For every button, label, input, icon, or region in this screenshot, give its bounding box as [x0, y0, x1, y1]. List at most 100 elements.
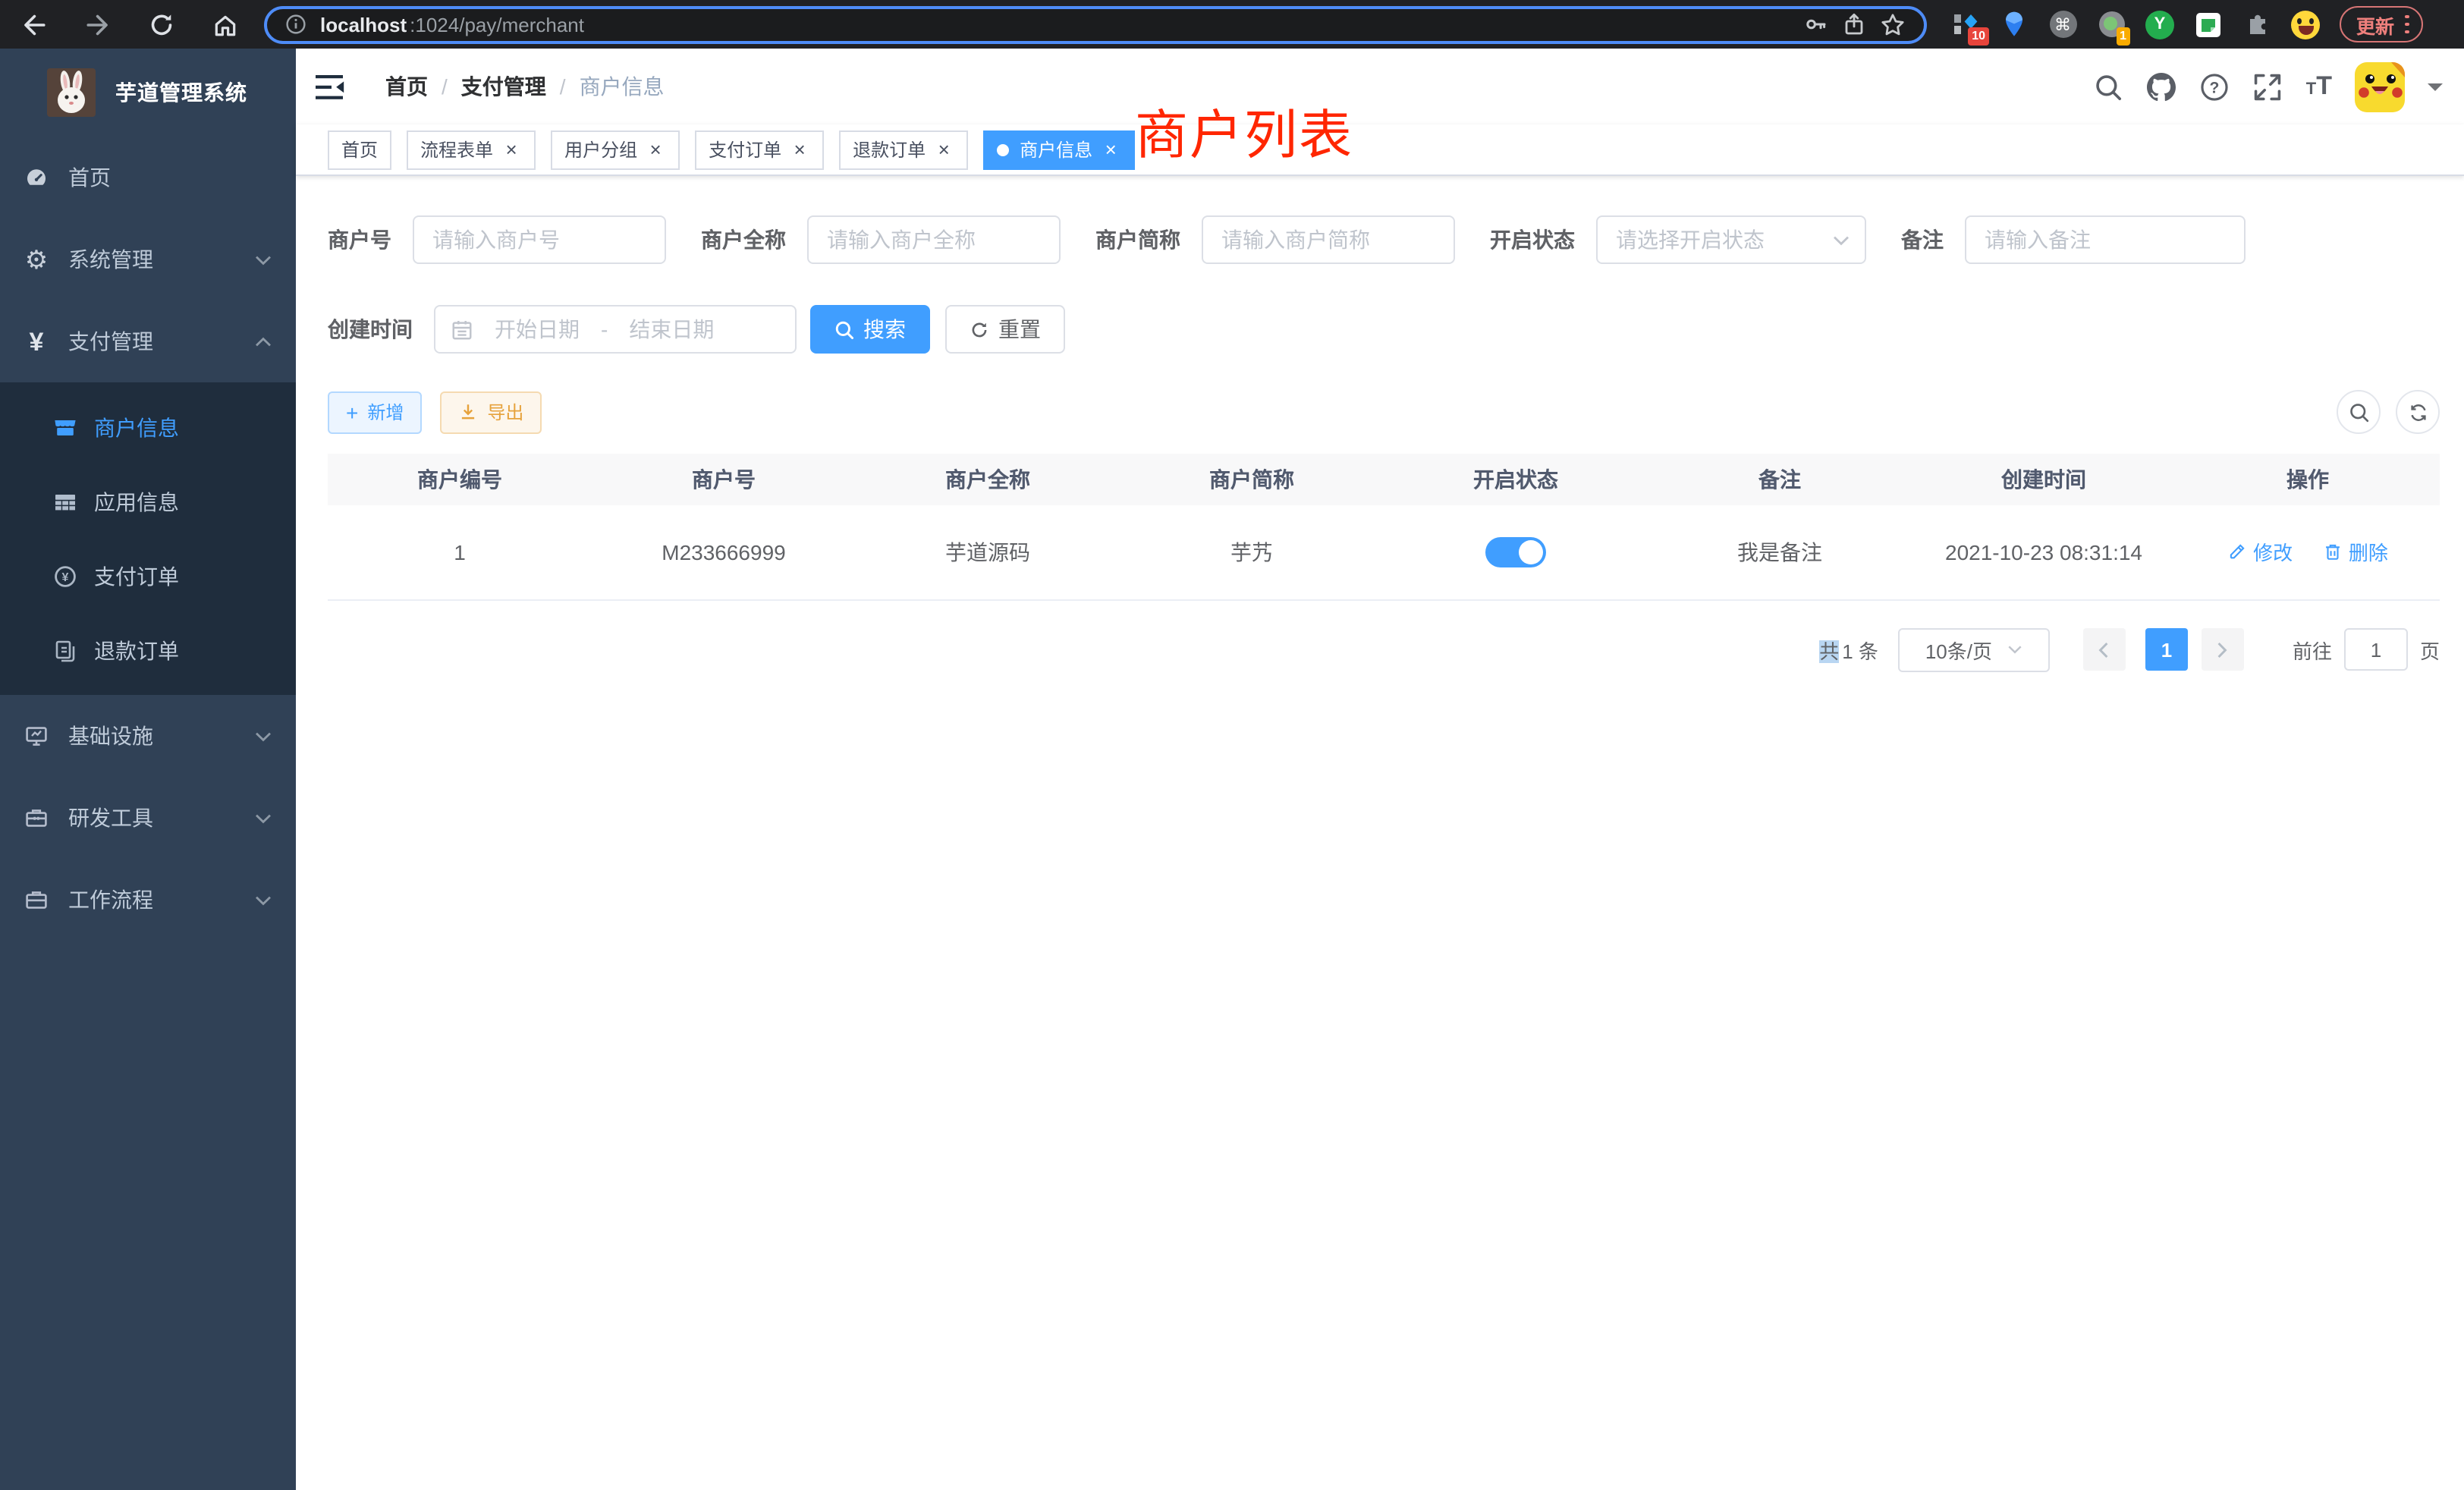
close-icon[interactable]: ×	[933, 139, 954, 160]
start-date-input[interactable]	[482, 317, 592, 341]
sidebar-item-label: 工作流程	[68, 885, 237, 915]
short-name-input[interactable]	[1202, 215, 1455, 264]
bookmark-star-icon[interactable]	[1880, 11, 1906, 37]
browser-update-button[interactable]: 更新	[2340, 6, 2422, 42]
breadcrumb: 首页 / 支付管理 / 商户信息	[385, 71, 665, 102]
prev-page-button[interactable]	[2083, 628, 2126, 671]
search-icon	[834, 319, 854, 339]
edit-pencil-icon	[2227, 542, 2247, 562]
tab-merchant-info[interactable]: 商户信息 ×	[983, 130, 1135, 169]
page-content: 商户号 商户全称 商户简称 开启状态 请选择开启状态	[296, 176, 2464, 1490]
tab-user-group[interactable]: 用户分组 ×	[551, 130, 680, 169]
extension-badge: 10	[1968, 27, 1989, 45]
sidebar-item-refund-order[interactable]: 退款订单	[0, 613, 296, 687]
extensions-puzzle-icon[interactable]	[2242, 10, 2271, 39]
help-icon[interactable]: ?	[2200, 71, 2230, 102]
close-icon[interactable]: ×	[789, 139, 810, 160]
url-path: :1024/pay/merchant	[410, 13, 584, 36]
pagination: 共1 条 10条/页 1 前往	[328, 627, 2440, 671]
profile-emoji-icon[interactable]	[2291, 10, 2320, 39]
password-key-icon[interactable]	[1804, 12, 1828, 36]
status-toggle[interactable]	[1485, 537, 1546, 567]
back-icon[interactable]	[21, 11, 47, 37]
export-label: 导出	[487, 399, 523, 425]
home-icon[interactable]	[212, 11, 238, 37]
extension-pin-icon[interactable]	[2000, 10, 2029, 39]
extension-blocks-icon[interactable]: 10	[1951, 10, 1980, 39]
show-search-toggle-icon[interactable]	[2337, 390, 2381, 434]
sidebar: 芋道管理系统 首页 ⚙ 系统管理 ¥ 支付管理	[0, 49, 296, 1490]
full-name-input[interactable]	[807, 215, 1061, 264]
next-page-button[interactable]	[2202, 628, 2244, 671]
delete-label: 删除	[2349, 538, 2388, 567]
reload-icon[interactable]	[149, 11, 174, 37]
reset-button[interactable]: 重置	[945, 305, 1065, 354]
sidebar-item-pay-order[interactable]: ¥ 支付订单	[0, 539, 296, 613]
fullscreen-icon[interactable]	[2253, 71, 2283, 102]
merchant-no-input[interactable]	[413, 215, 666, 264]
documents-icon	[52, 638, 79, 662]
page-1-button[interactable]: 1	[2145, 628, 2188, 671]
font-size-icon[interactable]: TT	[2306, 71, 2332, 102]
sidebar-item-payment[interactable]: ¥ 支付管理	[0, 300, 296, 382]
search-button[interactable]: 搜索	[810, 305, 930, 354]
add-button[interactable]: + 新增	[328, 391, 422, 433]
date-range-picker[interactable]: -	[434, 305, 797, 354]
extension-command-icon[interactable]: ⌘	[2048, 10, 2077, 39]
cell-short-name: 芋艿	[1120, 505, 1384, 599]
forward-icon[interactable]	[85, 11, 111, 37]
page-info-icon[interactable]	[285, 14, 306, 35]
sidebar-item-infrastructure[interactable]: 基础设施	[0, 695, 296, 777]
end-date-input[interactable]	[617, 317, 726, 341]
sidebar-item-merchant-info[interactable]: 商户信息	[0, 390, 296, 464]
sidebar-item-workflow[interactable]: 工作流程	[0, 859, 296, 941]
status-select[interactable]: 请选择开启状态	[1596, 215, 1866, 264]
total-rest: 1 条	[1842, 640, 1878, 662]
col-merchant-no: 商户号	[592, 454, 856, 505]
share-icon[interactable]	[1842, 12, 1866, 36]
breadcrumb-separator: /	[560, 74, 566, 99]
sidebar-logo[interactable]: 芋道管理系统	[0, 49, 296, 137]
tab-pay-order[interactable]: 支付订单 ×	[695, 130, 824, 169]
edit-link[interactable]: 修改	[2227, 538, 2293, 567]
close-icon[interactable]: ×	[1100, 139, 1121, 160]
avatar-caret-icon[interactable]	[2428, 83, 2443, 99]
sidebar-collapse-icon[interactable]	[316, 74, 344, 99]
date-separator: -	[601, 317, 608, 341]
select-placeholder: 请选择开启状态	[1616, 225, 1833, 255]
close-icon[interactable]: ×	[645, 139, 666, 160]
sidebar-item-home[interactable]: 首页	[0, 137, 296, 218]
page-size-select[interactable]: 10条/页	[1898, 627, 2050, 671]
refresh-table-icon[interactable]	[2396, 390, 2440, 434]
extension-y-icon[interactable]: Y	[2145, 10, 2174, 39]
sidebar-item-system[interactable]: ⚙ 系统管理	[0, 218, 296, 300]
extension-recorder-icon[interactable]: 1	[2097, 10, 2126, 39]
close-icon[interactable]: ×	[501, 139, 522, 160]
export-button[interactable]: 导出	[440, 391, 542, 433]
sidebar-item-app-info[interactable]: 应用信息	[0, 464, 296, 539]
browser-menu-icon[interactable]	[2405, 15, 2409, 34]
goto-page-input[interactable]	[2344, 628, 2408, 671]
cell-status	[1384, 505, 1648, 599]
field-label: 商户号	[328, 225, 391, 255]
extension-notes-icon[interactable]	[2194, 10, 2223, 39]
chevron-down-icon	[255, 813, 272, 823]
store-icon	[52, 415, 79, 439]
chevron-up-icon	[255, 336, 272, 347]
tab-refund-order[interactable]: 退款订单 ×	[839, 130, 968, 169]
tab-process-form[interactable]: 流程表单 ×	[407, 130, 536, 169]
tab-home[interactable]: 首页	[328, 130, 391, 169]
breadcrumb-payment[interactable]: 支付管理	[461, 71, 546, 102]
breadcrumb-home[interactable]: 首页	[385, 71, 428, 102]
sidebar-item-dev-tools[interactable]: 研发工具	[0, 777, 296, 859]
search-icon[interactable]	[2094, 71, 2124, 102]
cell-remark: 我是备注	[1648, 505, 1912, 599]
cell-full-name: 芋道源码	[856, 505, 1120, 599]
github-icon[interactable]	[2147, 71, 2177, 102]
user-avatar[interactable]	[2355, 61, 2405, 112]
payment-submenu: 商户信息 应用信息 ¥ 支付订单	[0, 382, 296, 695]
update-label: 更新	[2356, 10, 2394, 39]
remark-input[interactable]	[1965, 215, 2246, 264]
url-bar[interactable]: localhost:1024/pay/merchant	[264, 5, 1927, 43]
delete-link[interactable]: 删除	[2323, 538, 2388, 567]
